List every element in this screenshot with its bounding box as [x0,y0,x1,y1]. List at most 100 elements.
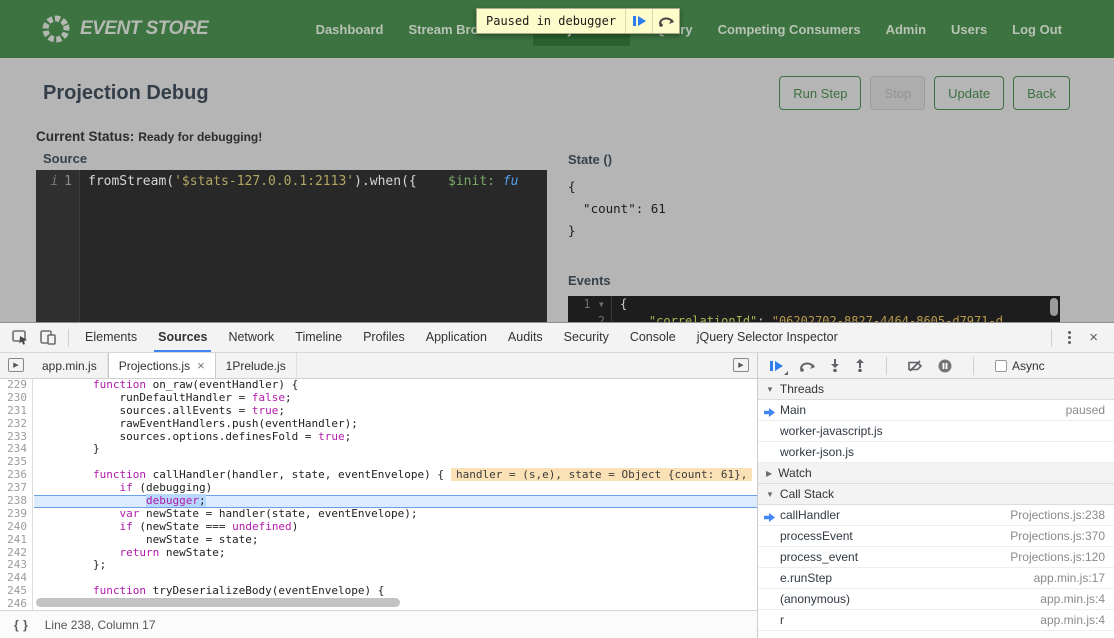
inspect-element-icon[interactable] [6,326,34,350]
events-editor[interactable]: 1 ▾ {2 "correlationId": "06202702-8827-44… [568,296,1060,322]
code-segment [40,584,93,597]
code-segment: if [119,520,132,533]
nav-item-log-out[interactable]: Log Out [1012,22,1062,37]
frame-location: app.min.js:17 [1024,571,1105,585]
frame-location: Projections.js:238 [1000,508,1105,522]
callstack-section-header[interactable]: ▼ Call Stack [758,484,1114,505]
nav-item-users[interactable]: Users [951,22,987,37]
code-segment [40,520,119,533]
code-segment [40,546,119,559]
step-out-button[interactable] [855,359,865,372]
frame-function-name: callHandler [780,508,840,522]
thread-row-main[interactable]: Mainpaused [758,400,1114,421]
code-segment: { [620,297,627,311]
pause-on-exceptions-icon [938,359,952,373]
events-line-number[interactable]: 1 ▾ [568,296,612,313]
thread-row-worker-json-js[interactable]: worker-json.js [758,442,1114,463]
horizontal-scrollbar-thumb[interactable] [36,598,400,607]
nav-item-admin[interactable]: Admin [886,22,926,37]
frame-function-name: r [780,613,784,627]
close-devtools-icon[interactable]: × [1081,329,1106,346]
events-panel-label: Events [568,273,611,288]
callstack-frame-r[interactable]: rapp.min.js:4 [758,610,1114,631]
cursor-position: Line 238, Column 17 [45,618,156,632]
brand-logo[interactable]: EVENT STORE [40,13,208,45]
devtools-tab-audits[interactable]: Audits [508,323,543,352]
events-line-code: "correlationId": "06202702-8827-4464-860… [612,313,1003,322]
callstack-frame-processevent[interactable]: processEventProjections.js:370 [758,526,1114,547]
gutter-line-number[interactable]: 241 [0,534,32,547]
code-segment: ; [285,391,292,404]
deactivate-breakpoints-button[interactable] [908,360,923,372]
devtools-tabbar: Elements Sources Network Timeline Profiles Ap… [0,323,1114,353]
devtools-tab-sources[interactable]: Sources [158,323,207,352]
code-line[interactable]: function tryDeserializeBody(eventEnvelop… [34,585,757,598]
events-line-number[interactable]: 2 [568,313,612,322]
show-right-panel-icon[interactable]: ▶ [733,358,749,372]
projection-debug-page: Projection Debug Run StepStopUpdateBack … [0,58,1114,322]
close-tab-icon[interactable]: × [197,358,205,373]
threads-section-header[interactable]: ▼ Threads [758,379,1114,400]
callstack-frame-callhandler[interactable]: callHandler Projections.js:238 [758,505,1114,526]
callstack-frame-process-event[interactable]: process_eventProjections.js:120 [758,547,1114,568]
code-segment: function [93,468,146,481]
gutter-line-number[interactable]: 231 [0,405,32,418]
divider [886,357,887,375]
pretty-print-icon[interactable]: { } [14,618,29,632]
collapse-triangle-icon: ▼ [766,490,774,499]
device-toolbar-icon[interactable] [34,326,62,350]
gutter-line-number[interactable]: 238 [0,495,32,508]
gutter-line-number[interactable]: 240 [0,521,32,534]
source-code-editor[interactable]: i1 fromStream('$stats-127.0.0.1:2113').w… [36,170,547,322]
gutter-line-number[interactable]: 232 [0,418,32,431]
code-line[interactable]: } [34,443,757,456]
gutter-line-number[interactable]: 229 [0,379,32,392]
gutter-line-number[interactable]: 230 [0,392,32,405]
nav-item-dashboard[interactable]: Dashboard [316,22,384,37]
gutter-line-number[interactable]: 239 [0,508,32,521]
devtools-tab-network[interactable]: Network [228,323,274,352]
events-scrollbar-thumb[interactable] [1050,298,1058,316]
code-line[interactable]: sources.options.definesFold = true; [34,431,757,444]
current-position-arrow-icon [764,511,775,525]
devtools-tab-timeline[interactable]: Timeline [295,323,342,352]
watch-section-header[interactable]: ▶ Watch [758,463,1114,484]
callstack-frame-e-runstep[interactable]: e.runStep app.min.js:17 [758,568,1114,589]
step-into-button[interactable] [830,359,840,372]
devtools-tab-application[interactable]: Application [426,323,487,352]
show-navigator-icon[interactable]: ▶ [8,358,24,372]
async-checkbox[interactable] [995,360,1007,372]
callstack-frame--anonymous-[interactable]: (anonymous)app.min.js:4 [758,589,1114,610]
frame-location: app.min.js:4 [1030,592,1105,606]
resume-script-button[interactable] [625,9,652,33]
divider [68,329,69,347]
run-step-button[interactable]: Run Step [779,76,861,110]
divider [1051,329,1052,347]
devtools-tab-jquery-selector-inspector[interactable]: jQuery Selector Inspector [697,323,838,352]
step-over-button[interactable] [799,360,815,372]
file-tab-projections.js[interactable]: Projections.js× [108,353,216,378]
code-line[interactable]: return newState; [34,547,757,560]
devtools-tab-security[interactable]: Security [564,323,609,352]
devtools-tab-elements[interactable]: Elements [85,323,137,352]
step-over-button-banner[interactable] [652,9,679,33]
back-button[interactable]: Back [1013,76,1070,110]
file-tabs: ▶ app.min.jsProjections.js×1Prelude.js ▶ [0,353,757,379]
more-options-icon[interactable] [1058,331,1081,344]
thread-row-worker-javascript-js[interactable]: worker-javascript.js [758,421,1114,442]
nav-item-competing-consumers[interactable]: Competing Consumers [718,22,861,37]
thread-name: worker-json.js [780,445,854,459]
update-button[interactable]: Update [934,76,1004,110]
resume-script-button[interactable] [770,360,784,372]
devtools-tab-profiles[interactable]: Profiles [363,323,405,352]
stop-button: Stop [870,76,925,110]
code-line[interactable]: }; [34,559,757,572]
frame-function-name: e.runStep [780,571,832,585]
pause-on-exceptions-button[interactable] [938,359,952,373]
devtools-tab-console[interactable]: Console [630,323,676,352]
file-tab-1prelude.js[interactable]: 1Prelude.js [216,353,297,378]
code-segment: ; [199,494,206,507]
code-segment: if [119,481,132,494]
file-tab-app.min.js[interactable]: app.min.js [32,353,108,378]
code-segment: true [318,430,345,443]
